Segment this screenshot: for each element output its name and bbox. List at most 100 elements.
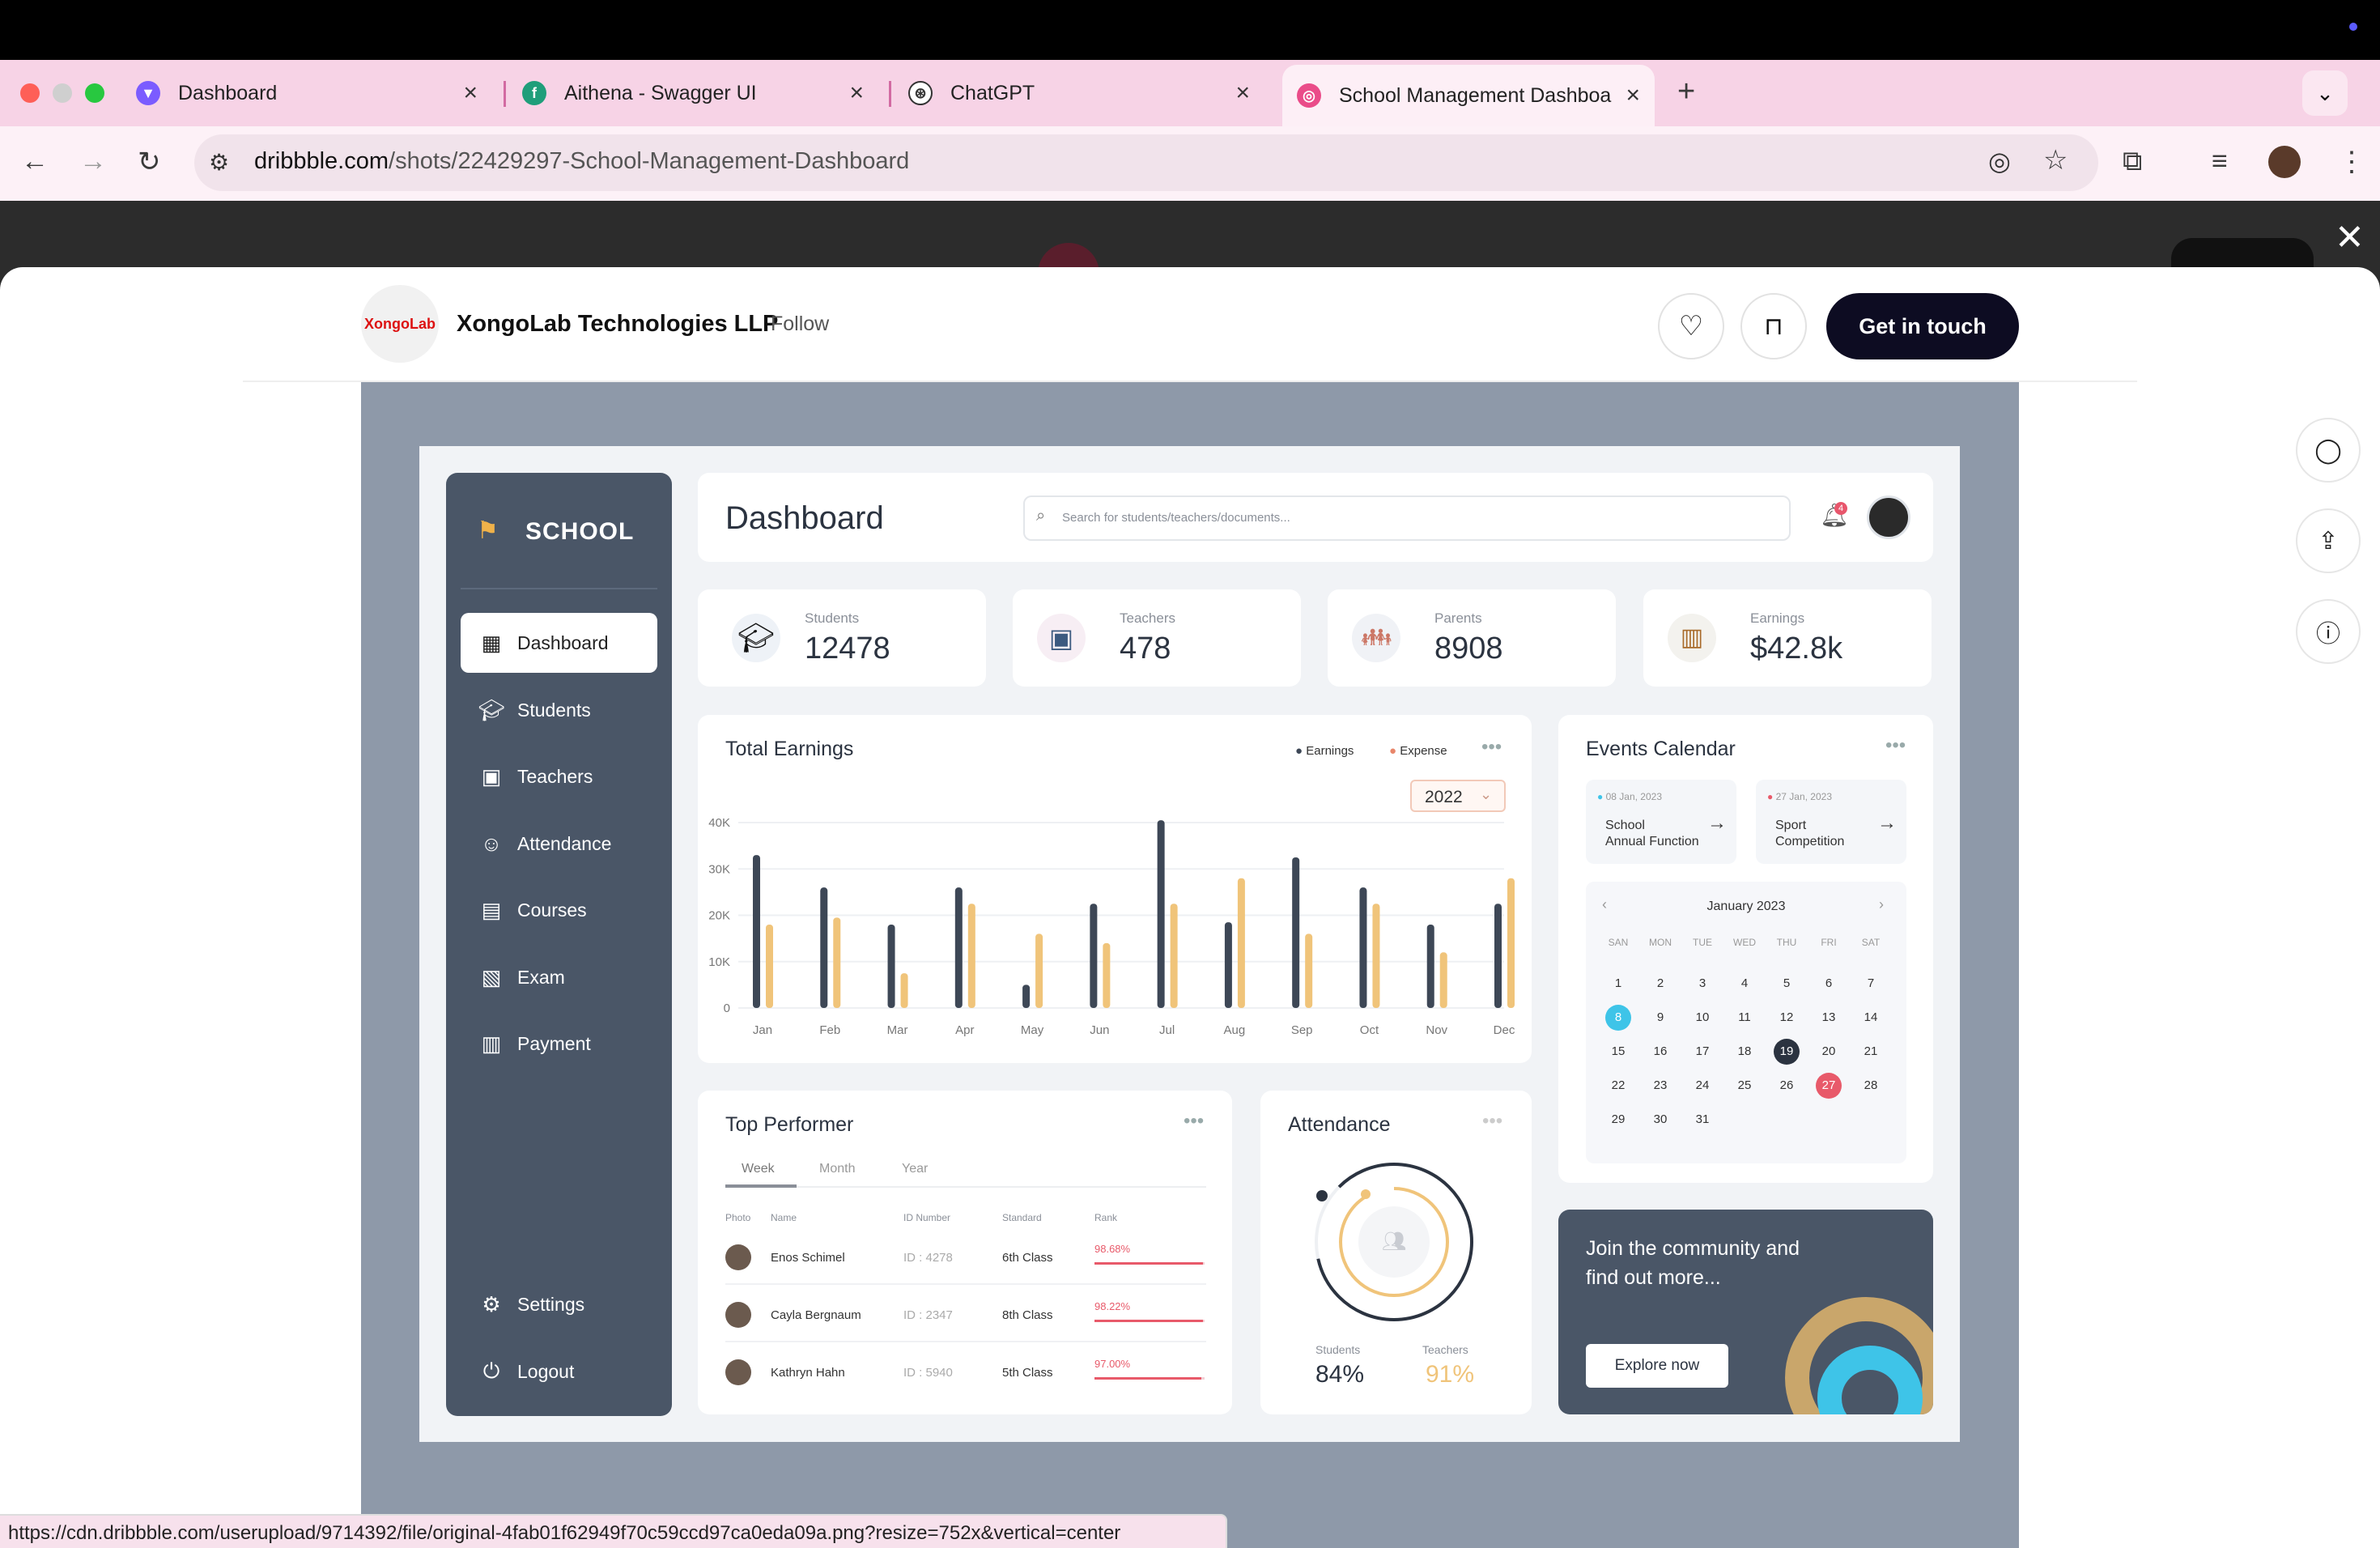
maximize-window-button[interactable] xyxy=(85,83,104,103)
media-icon[interactable]: ≡ xyxy=(2212,146,2228,177)
nav-students[interactable]: 🎓︎ Students xyxy=(461,680,657,740)
bar-earnings[interactable] xyxy=(1292,857,1300,1008)
calendar-day[interactable]: 27 xyxy=(1816,1073,1842,1099)
close-window-button[interactable] xyxy=(20,83,40,103)
tab-school-dashboard[interactable]: ◎ School Management Dashboa × xyxy=(1282,65,1655,126)
event-item[interactable]: ● 27 Jan, 2023 Sport Competition → xyxy=(1756,780,1906,864)
author-name[interactable]: XongoLab Technologies LLP xyxy=(457,311,778,338)
nav-courses[interactable]: ▤ Courses xyxy=(461,880,657,940)
bar-earnings[interactable] xyxy=(820,887,828,1008)
bar-earnings[interactable] xyxy=(1224,922,1232,1008)
bar-earnings[interactable] xyxy=(1494,904,1502,1008)
calendar-day[interactable]: 10 xyxy=(1689,1005,1715,1031)
bar-expense[interactable] xyxy=(1372,904,1380,1008)
bar-expense[interactable] xyxy=(1439,952,1447,1008)
bar-expense[interactable] xyxy=(766,924,773,1008)
more-icon[interactable]: ••• xyxy=(1482,1110,1502,1133)
nav-settings[interactable]: ⚙ Settings xyxy=(461,1274,657,1334)
new-tab-icon[interactable]: + xyxy=(1677,74,1695,109)
bar-earnings[interactable] xyxy=(887,924,895,1008)
table-row[interactable]: Cayla Bergnaum ID : 2347 8th Class 98.22% xyxy=(725,1297,1206,1342)
calendar-day[interactable]: 5 xyxy=(1774,971,1800,997)
tab-swagger[interactable]: f Aithena - Swagger UI × xyxy=(522,68,878,118)
calendar-day[interactable]: 28 xyxy=(1858,1073,1884,1099)
calendar-day[interactable]: 8 xyxy=(1605,1005,1631,1031)
save-button[interactable]: ⊓ xyxy=(1740,293,1807,359)
bar-earnings[interactable] xyxy=(1022,985,1031,1008)
calendar-day[interactable]: 23 xyxy=(1647,1073,1673,1099)
calendar-day[interactable]: 22 xyxy=(1605,1073,1631,1099)
calendar-day[interactable]: 3 xyxy=(1689,971,1715,997)
calendar-day[interactable]: 1 xyxy=(1605,971,1631,997)
like-button[interactable]: ♡ xyxy=(1658,293,1724,359)
close-tab-icon[interactable]: × xyxy=(849,79,864,107)
bar-expense[interactable] xyxy=(1237,878,1245,1008)
tab-dashboard[interactable]: ▼ Dashboard × xyxy=(136,68,492,118)
bar-expense[interactable] xyxy=(833,917,841,1008)
calendar-day[interactable]: 31 xyxy=(1689,1107,1715,1133)
calendar-day[interactable]: 30 xyxy=(1647,1107,1673,1133)
profile-avatar[interactable] xyxy=(2268,146,2301,178)
bar-expense[interactable] xyxy=(1170,904,1178,1008)
calendar-day[interactable]: 17 xyxy=(1689,1039,1715,1065)
calendar-day[interactable]: 20 xyxy=(1816,1039,1842,1065)
calendar-day[interactable]: 2 xyxy=(1647,971,1673,997)
bar-earnings[interactable] xyxy=(1090,904,1098,1008)
close-tab-icon[interactable]: × xyxy=(1235,79,1250,107)
calendar-day[interactable]: 12 xyxy=(1774,1005,1800,1031)
calendar-day[interactable]: 15 xyxy=(1605,1039,1631,1065)
nav-logout[interactable]: ⏻ Logout xyxy=(461,1342,657,1401)
calendar-day[interactable]: 29 xyxy=(1605,1107,1631,1133)
bar-expense[interactable] xyxy=(1103,942,1111,1008)
eye-off-icon[interactable]: ◎ xyxy=(1988,146,2011,176)
calendar-day[interactable]: 24 xyxy=(1689,1073,1715,1099)
bar-expense[interactable] xyxy=(1507,878,1515,1008)
calendar-day[interactable]: 19 xyxy=(1774,1039,1800,1065)
bookmark-star-icon[interactable]: ☆ xyxy=(2043,144,2068,176)
nav-dashboard[interactable]: ▦ Dashboard xyxy=(461,613,657,673)
event-item[interactable]: ● 08 Jan, 2023 School Annual Function → xyxy=(1586,780,1736,864)
comments-button[interactable]: ◯ xyxy=(2296,418,2361,483)
user-avatar[interactable] xyxy=(1867,495,1910,539)
calendar-day[interactable]: 14 xyxy=(1858,1005,1884,1031)
forward-icon[interactable]: → xyxy=(79,146,107,177)
nav-teachers[interactable]: ▣ Teachers xyxy=(461,746,657,806)
bar-expense[interactable] xyxy=(1305,933,1313,1008)
tab-week[interactable]: Week xyxy=(742,1162,775,1176)
calendar-day[interactable]: 6 xyxy=(1816,971,1842,997)
menu-icon[interactable]: ⋮ xyxy=(2338,146,2365,178)
minimize-window-button[interactable] xyxy=(53,83,72,103)
extensions-icon[interactable]: ⧉ xyxy=(2123,146,2142,177)
search-input[interactable]: ⌕ Search for students/teachers/documents… xyxy=(1023,495,1791,541)
bar-earnings[interactable] xyxy=(1426,924,1434,1008)
calendar-day[interactable]: 13 xyxy=(1816,1005,1842,1031)
table-row[interactable]: Kathryn Hahn ID : 5940 5th Class 97.00% xyxy=(725,1354,1206,1400)
bar-earnings[interactable] xyxy=(954,887,963,1008)
bar-expense[interactable] xyxy=(967,904,975,1008)
close-modal-icon[interactable]: ✕ xyxy=(2335,217,2365,258)
nav-exam[interactable]: ▧ Exam xyxy=(461,947,657,1007)
calendar-day[interactable]: 21 xyxy=(1858,1039,1884,1065)
calendar-day[interactable]: 11 xyxy=(1732,1005,1757,1031)
info-button[interactable]: ⓘ xyxy=(2296,599,2361,664)
chevron-right-icon[interactable]: › xyxy=(1879,896,1884,913)
share-button[interactable]: ⇪ xyxy=(2296,508,2361,573)
calendar-day[interactable]: 4 xyxy=(1732,971,1757,997)
tab-month[interactable]: Month xyxy=(819,1162,855,1176)
bar-earnings[interactable] xyxy=(753,855,760,1008)
explore-now-button[interactable]: Explore now xyxy=(1586,1344,1728,1388)
address-bar[interactable]: ⚙ dribbble.com/shots/22429297-School-Man… xyxy=(194,134,2098,191)
bar-earnings[interactable] xyxy=(1157,820,1165,1008)
calendar-day[interactable]: 7 xyxy=(1858,971,1884,997)
close-tab-icon[interactable]: × xyxy=(463,79,478,107)
bar-expense[interactable] xyxy=(1035,933,1043,1008)
reload-icon[interactable]: ↻ xyxy=(138,146,161,178)
close-tab-icon[interactable]: × xyxy=(1626,82,1640,109)
nav-payment[interactable]: ▥ Payment xyxy=(461,1014,657,1074)
back-icon[interactable]: ← xyxy=(21,146,49,177)
nav-attendance[interactable]: ☺ Attendance xyxy=(461,814,657,874)
bar-earnings[interactable] xyxy=(1359,887,1367,1008)
tab-chatgpt[interactable]: ⊛ ChatGPT × xyxy=(908,68,1264,118)
calendar-day[interactable]: 9 xyxy=(1647,1005,1673,1031)
get-in-touch-button[interactable]: Get in touch xyxy=(1826,293,2019,359)
